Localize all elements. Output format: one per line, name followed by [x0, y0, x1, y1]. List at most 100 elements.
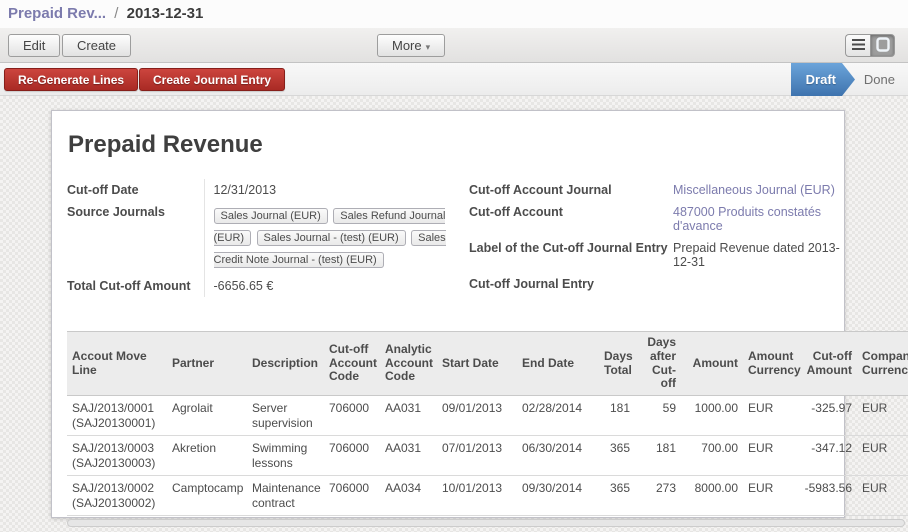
- table-cell: 365: [599, 436, 635, 476]
- table-cell: -5983.56: [799, 476, 857, 516]
- list-icon: [852, 38, 865, 53]
- breadcrumb-parent-link[interactable]: Prepaid Rev...: [8, 5, 106, 22]
- form-view-icon: [876, 37, 890, 55]
- column-header[interactable]: Amount Currency: [743, 332, 799, 396]
- statusbar: Draft Done: [688, 63, 908, 96]
- field-value-journal-entry-label: Prepaid Revenue dated 2013-12-31: [673, 237, 841, 273]
- table-cell: Akretion: [167, 436, 247, 476]
- table-cell: EUR: [857, 476, 908, 516]
- table-cell: SAJ/2013/0001 (SAJ20130001): [67, 396, 167, 436]
- more-button-label: More: [392, 38, 422, 53]
- field-label-cutoff-account-journal: Cut-off Account Journal: [469, 179, 673, 201]
- table-row[interactable]: SAJ/2013/0001 (SAJ20130001)AgrolaitServe…: [67, 396, 908, 436]
- table-row[interactable]: SAJ/2013/0002 (SAJ20130002)CamptocampMai…: [67, 476, 908, 516]
- field-value-cutoff-account[interactable]: 487000 Produits constatés d'avance: [673, 201, 841, 237]
- source-journals-tags: Sales Journal (EUR) Sales Refund Journal…: [204, 201, 453, 275]
- journal-tag[interactable]: Sales Journal (EUR): [214, 208, 328, 224]
- table-cell: EUR: [743, 396, 799, 436]
- table-cell: 09/01/2013: [437, 396, 517, 436]
- table-cell: Agrolait: [167, 396, 247, 436]
- table-cell: -347.12: [799, 436, 857, 476]
- field-label-cutoff-date: Cut-off Date: [67, 179, 204, 201]
- column-header[interactable]: Days after Cut-off: [635, 332, 681, 396]
- table-cell: 09/30/2014: [517, 476, 599, 516]
- table-header-row: Accout Move LinePartnerDescriptionCut-of…: [67, 332, 908, 396]
- column-header[interactable]: Company Currency: [857, 332, 908, 396]
- toolbar: Edit Create More ▾: [0, 28, 908, 63]
- table-cell: AA031: [380, 436, 437, 476]
- field-label-cutoff-journal-entry: Cut-off Journal Entry: [469, 273, 673, 295]
- column-header[interactable]: Partner: [167, 332, 247, 396]
- table-cell: 706000: [324, 396, 380, 436]
- field-group-left: Cut-off Date 12/31/2013 Source Journals …: [67, 179, 453, 297]
- field-value-total-cutoff-amount: -6656.65 €: [204, 275, 453, 297]
- table-cell: Camptocamp: [167, 476, 247, 516]
- table-cell: EUR: [743, 476, 799, 516]
- table-cell: SAJ/2013/0002 (SAJ20130002): [67, 476, 167, 516]
- table-cell: EUR: [743, 436, 799, 476]
- form-fields: Cut-off Date 12/31/2013 Source Journals …: [67, 179, 844, 321]
- table-cell: 10/01/2013: [437, 476, 517, 516]
- field-label-total-cutoff-amount: Total Cut-off Amount: [67, 275, 204, 297]
- table-cell: Swimming lessons: [247, 436, 324, 476]
- field-label-source-journals: Source Journals: [67, 201, 204, 275]
- breadcrumb-separator: /: [114, 5, 118, 22]
- field-value-cutoff-date: 12/31/2013: [204, 179, 453, 201]
- table-cell: EUR: [857, 436, 908, 476]
- edit-button[interactable]: Edit: [8, 34, 60, 57]
- table-cell: EUR: [857, 396, 908, 436]
- form-sheet: Prepaid Revenue Cut-off Date 12/31/2013 …: [51, 110, 845, 518]
- field-label-cutoff-account: Cut-off Account: [469, 201, 673, 237]
- column-header[interactable]: Amount: [681, 332, 743, 396]
- column-header[interactable]: Accout Move Line: [67, 332, 167, 396]
- table-row[interactable]: SAJ/2013/0003 (SAJ20130003)AkretionSwimm…: [67, 436, 908, 476]
- create-button[interactable]: Create: [62, 34, 131, 57]
- table-cell: 181: [635, 436, 681, 476]
- table-cell: 365: [599, 476, 635, 516]
- more-button[interactable]: More ▾: [377, 34, 445, 57]
- journal-tag[interactable]: Sales Journal - (test) (EUR): [257, 230, 406, 246]
- stage-done[interactable]: Done: [864, 63, 895, 96]
- table-cell: 06/30/2014: [517, 436, 599, 476]
- page-title: Prepaid Revenue: [68, 131, 844, 159]
- column-header[interactable]: Analytic Account Code: [380, 332, 437, 396]
- field-value-cutoff-account-journal[interactable]: Miscellaneous Journal (EUR): [673, 179, 841, 201]
- table-cell: 273: [635, 476, 681, 516]
- app-window: Prepaid Rev... / 2013-12-31 Edit Create …: [0, 0, 908, 532]
- table-cell: 706000: [324, 476, 380, 516]
- table-cell: AA031: [380, 396, 437, 436]
- field-value-cutoff-journal-entry: [673, 273, 841, 295]
- create-journal-entry-button[interactable]: Create Journal Entry: [139, 68, 285, 91]
- column-header[interactable]: End Date: [517, 332, 599, 396]
- column-header[interactable]: Cut-off Amount: [799, 332, 857, 396]
- table-cell: 02/28/2014: [517, 396, 599, 436]
- column-header[interactable]: Cut-off Account Code: [324, 332, 380, 396]
- action-bar: Re-Generate Lines Create Journal Entry D…: [0, 63, 908, 96]
- table-cell: -325.97: [799, 396, 857, 436]
- view-switcher: [845, 34, 895, 57]
- table-cell: 700.00: [681, 436, 743, 476]
- list-view-button[interactable]: [845, 34, 870, 57]
- field-label-journal-entry-label: Label of the Cut-off Journal Entry: [469, 237, 673, 273]
- cutoff-lines-table: Accout Move LinePartnerDescriptionCut-of…: [67, 331, 908, 516]
- table-cell: 8000.00: [681, 476, 743, 516]
- regenerate-lines-button[interactable]: Re-Generate Lines: [4, 68, 138, 91]
- breadcrumb: Prepaid Rev... / 2013-12-31: [0, 0, 908, 28]
- form-view-button[interactable]: [870, 34, 895, 57]
- column-header[interactable]: Days Total: [599, 332, 635, 396]
- table-cell: 07/01/2013: [437, 436, 517, 476]
- table-cell: Maintenance contract: [247, 476, 324, 516]
- column-header[interactable]: Start Date: [437, 332, 517, 396]
- table-cell: 706000: [324, 436, 380, 476]
- stage-draft[interactable]: Draft: [791, 63, 855, 96]
- table-cell: 59: [635, 396, 681, 436]
- caret-down-icon: ▾: [426, 42, 431, 52]
- horizontal-scrollbar[interactable]: [67, 519, 905, 527]
- field-group-right: Cut-off Account Journal Miscellaneous Jo…: [469, 179, 841, 295]
- breadcrumb-current: 2013-12-31: [127, 5, 204, 22]
- table-cell: AA034: [380, 476, 437, 516]
- table-cell: SAJ/2013/0003 (SAJ20130003): [67, 436, 167, 476]
- table-cell: 181: [599, 396, 635, 436]
- column-header[interactable]: Description: [247, 332, 324, 396]
- table-cell: Server supervision: [247, 396, 324, 436]
